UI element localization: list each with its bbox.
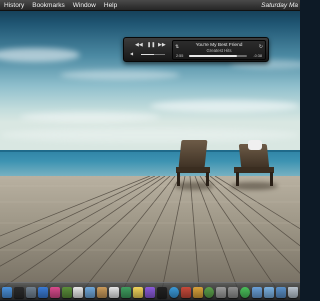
previous-icon[interactable]: ◀◀: [135, 42, 143, 48]
appstore-icon[interactable]: [37, 286, 48, 298]
itunes-mini-player[interactable]: ◀◀ ❚❚ ▶▶ ◀ ⇅ ↻ You're My Best Friend Gre…: [123, 37, 269, 62]
menu-history[interactable]: History: [0, 2, 28, 9]
progress-bar[interactable]: [189, 55, 247, 57]
preferences-icon[interactable]: [228, 286, 239, 298]
contacts-icon[interactable]: [97, 286, 108, 298]
player-display: ⇅ ↻ You're My Best Friend Greatest Hits …: [172, 40, 266, 60]
system-icon[interactable]: [25, 286, 36, 298]
menu-bookmarks[interactable]: Bookmarks: [28, 2, 69, 9]
progress-fill: [189, 55, 237, 57]
terminal-icon[interactable]: [156, 286, 167, 298]
app-icon[interactable]: [192, 286, 203, 298]
photos-icon[interactable]: [61, 286, 72, 298]
tools-icon[interactable]: [180, 286, 191, 298]
finder-icon[interactable]: [2, 286, 12, 298]
itunes-icon[interactable]: [49, 286, 60, 298]
safari-icon[interactable]: [168, 286, 179, 298]
dashboard-icon[interactable]: [13, 286, 24, 298]
album-title: Greatest Hits: [206, 48, 232, 53]
maps-icon[interactable]: [121, 286, 132, 298]
play-pause-icon[interactable]: ❚❚: [147, 42, 155, 48]
trash-icon[interactable]: [287, 286, 298, 298]
elapsed-time: 2:55: [176, 53, 184, 58]
menu-clock[interactable]: Saturday Ma: [261, 2, 300, 9]
mail-icon[interactable]: [85, 286, 96, 298]
textedit-icon[interactable]: [109, 286, 120, 298]
next-icon[interactable]: ▶▶: [158, 42, 166, 48]
downloads-icon[interactable]: [275, 286, 286, 298]
folder-icon[interactable]: [252, 286, 263, 298]
documents-icon[interactable]: [263, 286, 274, 298]
volume-slider[interactable]: [141, 54, 165, 56]
volume-level: [141, 54, 155, 56]
deck-chair-with-person: [230, 140, 280, 190]
volume-low-icon: ◀: [130, 51, 134, 56]
facetime-icon[interactable]: [240, 286, 251, 298]
deck-chair: [172, 140, 214, 190]
dock: [0, 282, 300, 301]
menu-help[interactable]: Help: [100, 2, 121, 9]
menu-window[interactable]: Window: [69, 2, 100, 9]
notes-icon[interactable]: [132, 286, 143, 298]
calendar-icon[interactable]: [73, 286, 84, 298]
messages-icon[interactable]: [216, 286, 227, 298]
media-icon[interactable]: [144, 286, 155, 298]
remaining-time: -0:38: [253, 53, 262, 58]
chrome-icon[interactable]: [204, 286, 215, 298]
menu-bar: History Bookmarks Window Help Saturday M…: [0, 0, 300, 11]
